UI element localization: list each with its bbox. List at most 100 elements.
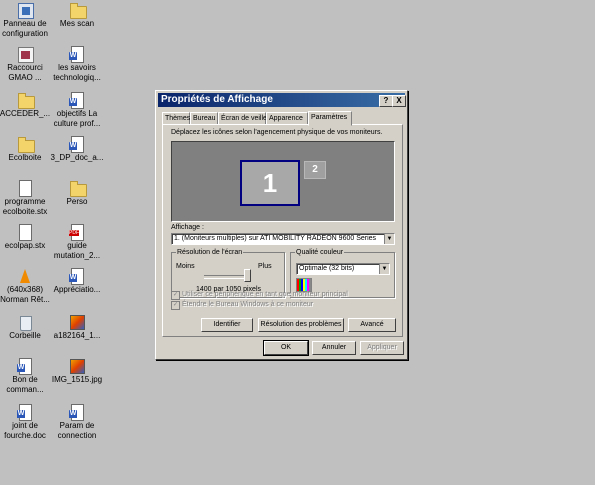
folder-icon	[69, 180, 87, 197]
desktop-icon[interactable]: (640x368) Norman Rêt...	[0, 268, 52, 305]
resolution-slider-track[interactable]	[204, 275, 248, 279]
color-palette-icon	[296, 278, 312, 292]
desktop-icon-label: GMAO ...	[8, 73, 42, 82]
desktop-icon-label: Panneau de	[3, 19, 47, 28]
desktop-icon-label: ecolboite.stx	[2, 207, 48, 216]
shortcut-icon	[17, 46, 34, 63]
desktop-icon-label: (640x368)	[6, 285, 44, 294]
word-document-icon: W	[69, 46, 85, 63]
dialog-title: Propriétés de Affichage	[161, 94, 273, 105]
desktop-icon[interactable]: IMG_1515.jpg	[50, 358, 104, 385]
color-quality-group-title: Qualité couleur	[295, 248, 345, 257]
dialog-titlebar[interactable]: Propriétés de Affichage ? X	[158, 93, 406, 107]
word-document-icon: W	[17, 358, 33, 375]
extend-desktop-label: Étendre le Bureau Windows à ce moniteur	[182, 301, 314, 308]
desktop-icon[interactable]: ACCEDER_...	[0, 92, 52, 119]
resolution-less-label: Moins	[176, 263, 195, 270]
word-document-icon: W	[69, 136, 85, 153]
desktop-icon-label: Param de	[59, 421, 95, 430]
desktop-icon-label: les savoirs	[58, 63, 96, 72]
document-icon	[17, 180, 33, 197]
control-panel-icon	[17, 2, 34, 19]
desktop-icon[interactable]: Corbeille	[0, 314, 52, 341]
desktop-icon[interactable]: Wjoint de fourche.doc	[0, 404, 52, 441]
extend-desktop-checkbox[interactable]: ✓	[171, 301, 180, 310]
document-icon	[17, 224, 33, 241]
chevron-down-icon[interactable]: ▼	[384, 234, 394, 244]
display-properties-dialog: Propriétés de Affichage ? X Thèmes Burea…	[155, 90, 408, 360]
advanced-button[interactable]: Avancé	[348, 318, 396, 332]
close-button[interactable]: X	[392, 95, 406, 107]
word-document-icon: W	[69, 268, 85, 285]
desktop-icon[interactable]: Mes scan	[50, 2, 104, 29]
desktop-icon[interactable]: Wles savoirs technologiq...	[50, 46, 104, 83]
desktop-icon[interactable]: programme ecolboite.stx	[0, 180, 52, 217]
vlc-media-icon	[17, 268, 33, 284]
desktop-icon-label: Raccourci	[7, 63, 43, 72]
image-file-icon	[69, 358, 85, 374]
desktop-icon-label: fourche.doc	[4, 431, 46, 440]
ok-button[interactable]: OK	[264, 341, 308, 355]
folder-icon	[17, 92, 35, 109]
color-quality-select[interactable]: Optimale (32 bits) ▼	[296, 263, 390, 275]
display-select-value: 1. (Moniteurs multiples) sur ATI MOBILIT…	[174, 235, 377, 242]
troubleshoot-button[interactable]: Résolution des problèmes	[258, 318, 344, 332]
desktop-icon[interactable]: W Param de connection	[50, 404, 104, 441]
desktop-icon-label: ecolpap.stx	[4, 241, 46, 250]
desktop-icon-label: mutation_2...	[53, 251, 101, 260]
desktop-icon-label: Ecolboite	[8, 153, 42, 162]
settings-panel: Déplacez les icônes selon l'agencement p…	[162, 124, 403, 337]
help-button[interactable]: ?	[379, 95, 393, 107]
image-file-icon	[69, 314, 85, 330]
monitor-arrangement-area: 1 2	[171, 141, 395, 222]
monitor-2[interactable]: 2	[304, 161, 326, 179]
desktop-icon-label: joint de	[12, 421, 38, 430]
monitor-1[interactable]: 1	[240, 160, 300, 206]
primary-monitor-checkbox[interactable]: ✓	[171, 291, 180, 300]
tab-settings[interactable]: Paramètres	[308, 111, 352, 126]
desktop-icon-label: Mes scan	[59, 19, 95, 28]
resolution-slider-thumb[interactable]	[244, 269, 251, 282]
desktop-icon[interactable]: a182164_1...	[50, 314, 104, 341]
chevron-down-icon[interactable]: ▼	[379, 264, 389, 274]
pdf-document-icon: PDF	[69, 224, 85, 241]
display-label: Affichage :	[171, 224, 204, 231]
arrange-hint: Déplacez les icônes selon l'agencement p…	[171, 129, 383, 136]
desktop-icon-label: objectifs La	[56, 109, 98, 118]
desktop-icon-label: guide	[67, 241, 87, 250]
desktop-icon-label: Perso	[66, 197, 88, 206]
primary-monitor-label: Utiliser ce périphérique en tant que mon…	[182, 291, 348, 298]
desktop-icon[interactable]: PDF guide mutation_2...	[50, 224, 104, 261]
desktop-icon-label: technologiq...	[53, 73, 101, 82]
apply-button[interactable]: Appliquer	[360, 341, 404, 355]
desktop-icon-label: Bon de	[12, 375, 38, 384]
desktop-icon-label: culture prof...	[53, 119, 101, 128]
desktop-icon-label: Corbeille	[9, 331, 41, 340]
desktop-icon-label: Appréciatio...	[53, 285, 101, 294]
desktop-icon-label: a182164_1...	[53, 331, 101, 340]
word-document-icon: W	[17, 404, 33, 421]
desktop-icon[interactable]: ecolpap.stx	[0, 224, 52, 251]
desktop-icon[interactable]: Raccourci GMAO ...	[0, 46, 52, 83]
desktop-icon[interactable]: W Appréciatio...	[50, 268, 104, 295]
folder-icon	[69, 2, 87, 19]
word-document-icon: W	[69, 404, 85, 421]
desktop-icon-label: Norman Rêt...	[0, 295, 50, 304]
desktop-icon[interactable]: Ecolboite	[0, 136, 52, 163]
desktop-icon-label: 3_DP_doc_a...	[50, 153, 104, 162]
desktop-icon[interactable]: W Bon de comman...	[0, 358, 52, 395]
word-document-icon: W	[69, 92, 85, 109]
cancel-button[interactable]: Annuler	[312, 341, 356, 355]
desktop-icon-label: comman...	[6, 385, 44, 394]
desktop-icon[interactable]: Wobjectifs La culture prof...	[50, 92, 104, 129]
identify-button[interactable]: Identifier	[201, 318, 253, 332]
desktop-icon[interactable]: W 3_DP_doc_a...	[50, 136, 104, 163]
desktop-icon[interactable]: Perso	[50, 180, 104, 207]
desktop-icon[interactable]: Panneau de configuration	[0, 2, 52, 39]
folder-icon	[17, 136, 35, 153]
display-select[interactable]: 1. (Moniteurs multiples) sur ATI MOBILIT…	[171, 233, 395, 245]
resolution-group-title: Résolution de l'écran	[176, 248, 244, 257]
desktop-icon-label: ACCEDER_...	[0, 109, 51, 118]
desktop-icon-label: programme	[4, 197, 46, 206]
desktop-icon-label: IMG_1515.jpg	[51, 375, 103, 384]
